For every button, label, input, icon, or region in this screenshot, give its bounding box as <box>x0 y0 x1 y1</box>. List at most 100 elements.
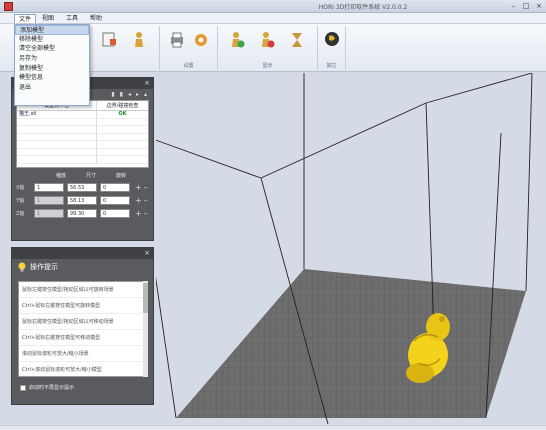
close-icon[interactable]: × <box>144 249 150 258</box>
arrow-left-icon[interactable]: ◂ <box>128 91 131 98</box>
export-model-button[interactable] <box>100 30 118 54</box>
group-label-other: 其它 <box>326 63 337 69</box>
tips-title: 操作提示 <box>30 263 58 271</box>
axis-label: Y轴 <box>16 198 25 204</box>
header-size: 尺寸 <box>85 173 96 179</box>
status-bar <box>0 425 546 430</box>
list-item: Ctrl+鼠标左键按住模型可旋转模型 <box>19 298 144 314</box>
x-rotate-input[interactable]: 0 <box>100 183 130 192</box>
minus-icon[interactable]: – <box>144 209 148 218</box>
gear-settings-button[interactable] <box>192 30 210 54</box>
scrollbar-thumb[interactable] <box>143 283 148 313</box>
menu-bar: 文件 视图 工具 帮助 <box>0 13 546 24</box>
checkbox-label: 启动时不再显示提示 <box>29 385 75 391</box>
plus-icon[interactable]: + <box>135 196 142 205</box>
column-boundary-check: 边界/碰撞检查 <box>106 103 139 109</box>
table-row <box>17 126 148 134</box>
tips-title-row: 操作提示 <box>12 259 153 275</box>
tips-scrollbar[interactable] <box>143 281 148 377</box>
list-item: Ctrl+鼠标右键按住模型可移动模型 <box>19 330 144 346</box>
hide-model-button[interactable] <box>258 30 276 54</box>
y-scale-input[interactable]: 1 <box>34 196 64 205</box>
lightbulb-icon <box>18 262 26 272</box>
tips-body: 操作提示 鼠标左键按住模型/拖动区域以可旋转场景 Ctrl+鼠标左键按住模型可旋… <box>12 259 153 395</box>
menu-item-clear-all-models[interactable]: 清空全部模型 <box>15 44 89 54</box>
menu-item-remove-model[interactable]: 移除模型 <box>15 35 89 45</box>
arrow-up-icon[interactable]: ▴ <box>144 91 147 98</box>
table-row <box>17 156 148 164</box>
menu-item-add-model[interactable]: 添加模型 <box>15 25 89 35</box>
other-button[interactable] <box>323 30 341 54</box>
menu-file[interactable]: 文件 <box>14 14 37 23</box>
z-axis-row: Z轴 1 99.30 0 + – <box>16 207 149 220</box>
menu-item-save-as[interactable]: 另存为 <box>15 54 89 64</box>
model-table: 模型文件名 边界/碰撞检查 猫王.stl OK <box>16 100 149 168</box>
gear-icon <box>195 34 207 46</box>
minus-icon[interactable]: – <box>144 196 148 205</box>
ribbon-group-other: 其它 <box>318 26 346 70</box>
checkbox-box[interactable] <box>20 384 26 391</box>
z-scale-input[interactable]: 1 <box>34 209 64 218</box>
pawn-green-icon <box>232 32 245 48</box>
y-size-input[interactable]: 58.13 <box>67 196 97 205</box>
title-bar: HORI 3D打印软件系统 V2.0.0.2 – □ × <box>0 0 546 13</box>
show-model-button[interactable] <box>228 30 246 54</box>
align-icon[interactable]: ▮ <box>111 91 114 98</box>
table-row <box>17 118 148 126</box>
plus-icon[interactable]: + <box>135 209 142 218</box>
file-dropdown-menu: 添加模型 移除模型 清空全部模型 另存为 复制模型 模型信息 退出 <box>14 24 90 106</box>
tips-list: 鼠标左键按住模型/拖动区域以可旋转场景 Ctrl+鼠标左键按住模型可旋转模型 鼠… <box>18 281 145 377</box>
window-title: HORI 3D打印软件系统 V2.0.0.2 <box>318 4 408 11</box>
dimension-headers: 缩放 尺寸 旋转 <box>16 172 149 181</box>
printer-icon <box>171 32 183 48</box>
build-volume-scene <box>125 43 533 425</box>
menu-item-copy-model[interactable]: 复制模型 <box>15 64 89 74</box>
tips-panel-header: × <box>12 248 153 259</box>
support-button[interactable] <box>288 30 306 54</box>
x-scale-input[interactable]: 1 <box>34 183 64 192</box>
menu-help[interactable]: 帮助 <box>86 14 106 23</box>
close-icon[interactable]: × <box>534 1 544 11</box>
maximize-icon[interactable]: □ <box>521 1 531 11</box>
header-rotate: 旋转 <box>115 173 126 179</box>
z-size-input[interactable]: 99.30 <box>67 209 97 218</box>
print-settings-button[interactable] <box>168 30 186 54</box>
y-rotate-input[interactable]: 0 <box>100 196 130 205</box>
table-row[interactable]: 猫王.stl OK <box>17 111 148 119</box>
x-size-input[interactable]: 56.53 <box>67 183 97 192</box>
list-item: Ctrl+滚动鼠标滚轮可放大/缩小模型 <box>19 362 144 376</box>
list-item: 鼠标左键按住模型/拖动区域以可旋转场景 <box>19 282 144 298</box>
table-row <box>17 141 148 149</box>
axis-label: Z轴 <box>16 211 25 217</box>
document-icon <box>102 32 116 47</box>
window-controls: – □ × <box>508 1 544 11</box>
build-plate <box>176 269 526 418</box>
y-axis-row: Y轴 1 58.13 0 + – <box>16 194 149 207</box>
minimize-icon[interactable]: – <box>508 1 518 11</box>
layer-icon[interactable]: ▮ <box>120 91 123 98</box>
z-rotate-input[interactable]: 0 <box>100 209 130 218</box>
group-label-settings: 设置 <box>183 63 194 69</box>
dimension-editor: 缩放 尺寸 旋转 X轴 1 56.53 0 + – Y轴 1 58.13 0 +… <box>12 168 153 220</box>
x-axis-row: X轴 1 56.53 0 + – <box>16 181 149 194</box>
3d-viewport[interactable] <box>125 43 546 425</box>
menu-item-exit[interactable]: 退出 <box>15 83 89 93</box>
menu-item-model-info[interactable]: 模型信息 <box>15 73 89 83</box>
ribbon-group-display: 显示 <box>218 26 318 70</box>
table-row <box>17 133 148 141</box>
pawn-model-button[interactable] <box>130 30 148 54</box>
arrow-right-icon[interactable]: ▸ <box>136 91 139 98</box>
minus-icon[interactable]: – <box>144 183 148 192</box>
globe-icon <box>325 32 339 46</box>
close-icon[interactable]: × <box>144 79 150 88</box>
ribbon-group-model <box>90 26 160 70</box>
ribbon-group-settings: 设置 <box>160 26 218 70</box>
menu-tools[interactable]: 工具 <box>62 14 82 23</box>
pawn-icon <box>135 32 143 47</box>
dont-show-tips-checkbox[interactable]: 启动时不再显示提示 <box>20 384 74 391</box>
model-filename: 猫王.stl <box>17 111 97 118</box>
menu-view[interactable]: 视图 <box>38 14 58 23</box>
hourglass-icon <box>292 33 302 47</box>
model-status: OK <box>118 111 127 117</box>
plus-icon[interactable]: + <box>135 183 142 192</box>
